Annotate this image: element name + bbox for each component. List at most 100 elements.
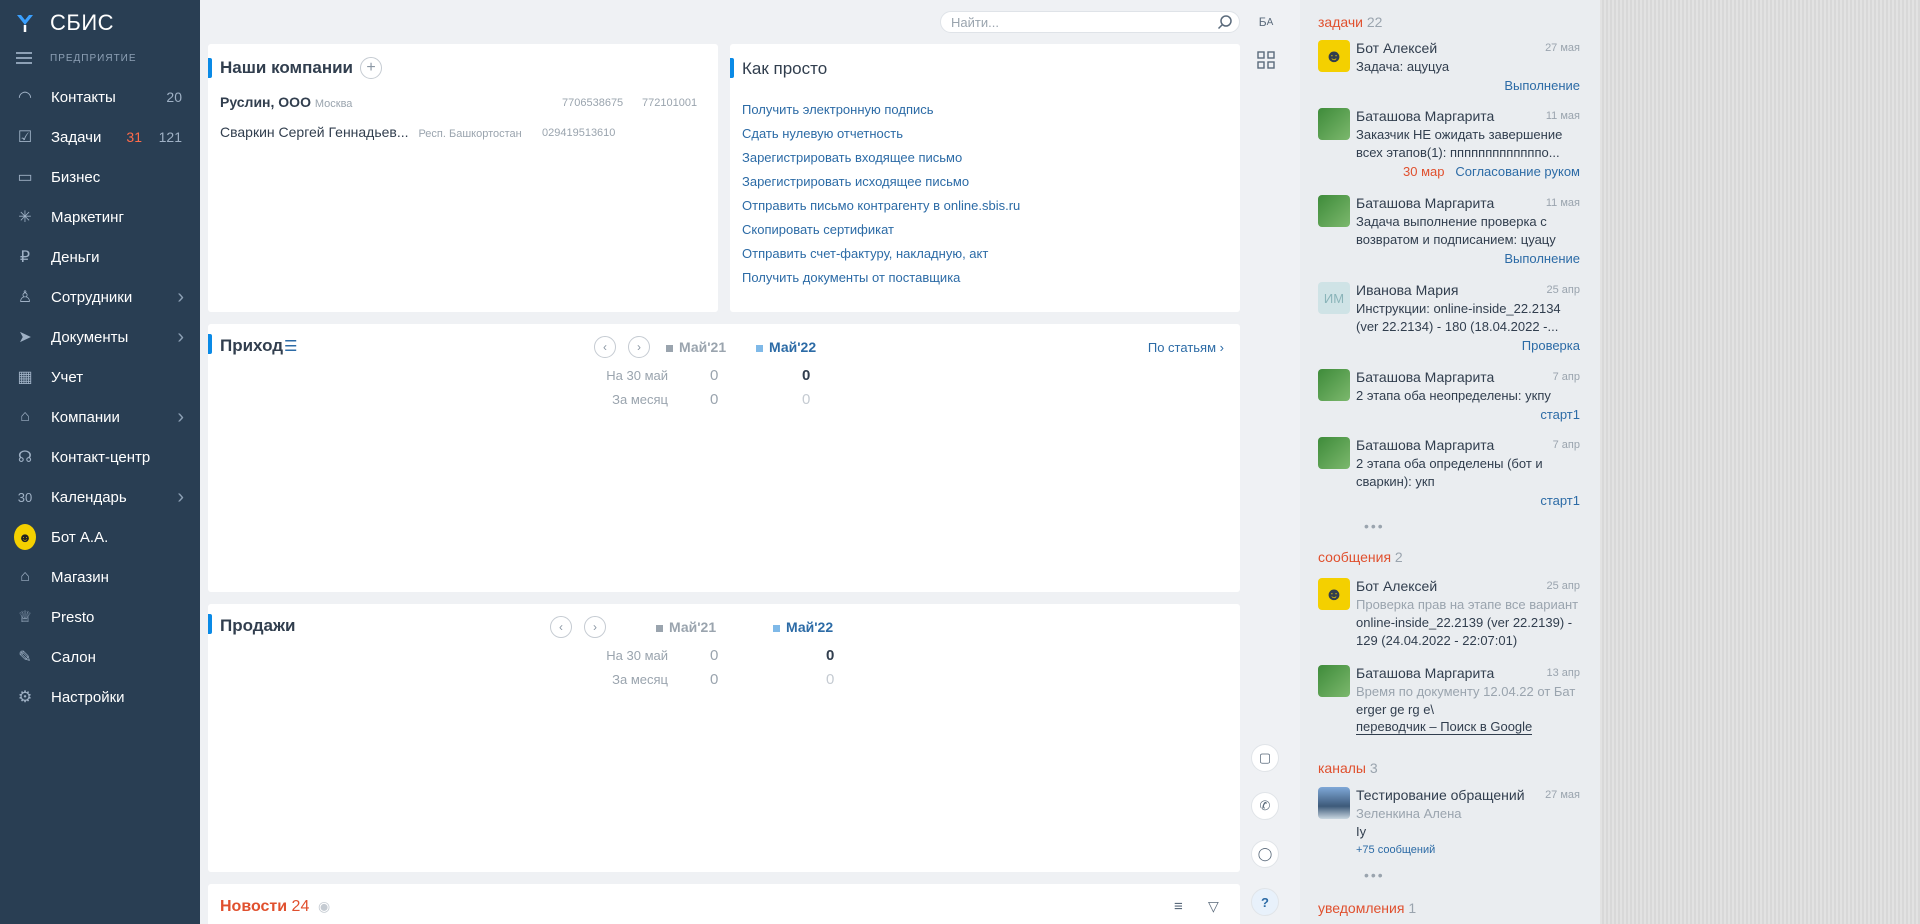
search-input[interactable]: Найти...	[940, 11, 1240, 33]
help-icon[interactable]: ?	[1251, 888, 1279, 916]
list-icon[interactable]: ☰	[284, 337, 297, 355]
task-item[interactable]: Баташова Маргарита 7 апр 2 этапа оба нео…	[1318, 369, 1580, 425]
note-icon[interactable]: ▢	[1251, 744, 1279, 772]
howto-link[interactable]: Отправить счет-фактуру, накладную, акт	[742, 242, 1020, 266]
sidebar-item-companies[interactable]: ⌂ Компании ›	[0, 397, 200, 437]
task-item[interactable]: Баташова Маргарита 11 мая Заказчик НЕ ож…	[1318, 108, 1580, 184]
desktop-background	[1600, 0, 1920, 924]
period-b-value: 0	[802, 391, 811, 408]
calendar-icon: 30	[17, 489, 33, 505]
sidebar-item-employees[interactable]: ♙ Сотрудники ›	[0, 277, 200, 317]
more-messages-link[interactable]: +75 сообщений	[1356, 844, 1435, 856]
chevron-right-icon[interactable]: ›	[177, 326, 184, 349]
chevron-right-icon[interactable]: ›	[177, 486, 184, 509]
nav: ◠ Контакты 20 ☑ Задачи 31 121 ▭ Бизнес ✳ Маркет…	[0, 77, 200, 717]
sidebar-item-salon[interactable]: ✎ Салон	[0, 637, 200, 677]
chevron-right-icon[interactable]: ›	[177, 286, 184, 309]
documents-icon: ➤	[18, 329, 32, 346]
by-items-label: По статьям	[1147, 340, 1217, 355]
sidebar-item-presto[interactable]: ♕ Presto	[0, 597, 200, 637]
howto-link[interactable]: Получить электронную подпись	[742, 98, 1020, 122]
sidebar-item-bot[interactable]: ☻ Бот А.А.	[0, 517, 200, 557]
author: Баташова Маргарита	[1356, 665, 1495, 681]
sidebar-item-contacts[interactable]: ◠ Контакты 20	[0, 77, 200, 117]
channels-section-header[interactable]: каналы 3	[1318, 760, 1378, 776]
search-icon[interactable]	[1217, 14, 1233, 30]
task-text: Задача: ацуцуа	[1356, 59, 1450, 74]
howto-link[interactable]: Сдать нулевую отчетность	[742, 122, 1020, 146]
sidebar-item-accounting[interactable]: ▦ Учет	[0, 357, 200, 397]
tasks-section-header[interactable]: задачи 22	[1318, 14, 1382, 30]
message-item[interactable]: ☻ Бот Алексей 25 апр Проверка прав на эт…	[1318, 578, 1580, 654]
sidebar-item-documents[interactable]: ➤ Документы ›	[0, 317, 200, 357]
more-dots-icon[interactable]: •••	[1364, 518, 1385, 534]
task-status[interactable]: Выполнение	[1504, 251, 1580, 266]
message-item[interactable]: Баташова Маргарита 13 апр Время по докум…	[1318, 665, 1580, 741]
add-company-button[interactable]: +	[360, 57, 382, 79]
task-status[interactable]: старт1	[1540, 493, 1580, 508]
chat-icon[interactable]: ◯	[1251, 840, 1279, 868]
menu-toggle[interactable]: ПРЕДПРИЯТИЕ	[16, 52, 137, 64]
logo[interactable]: СБИС	[14, 10, 114, 36]
sidebar-item-label: Контакт-центр	[51, 448, 151, 466]
messages-section-header[interactable]: сообщения 2	[1318, 549, 1403, 565]
howto-links: Получить электронную подпись Сдать нулев…	[742, 98, 1020, 290]
sidebar-item-settings[interactable]: ⚙ Настройки	[0, 677, 200, 717]
sidebar-item-money[interactable]: ₽ Деньги	[0, 237, 200, 277]
sidebar-item-marketing[interactable]: ✳ Маркетинг	[0, 197, 200, 237]
sidebar-item-calendar[interactable]: 30 Календарь ›	[0, 477, 200, 517]
prev-period-button[interactable]: ‹	[550, 616, 572, 638]
sidebar-item-business[interactable]: ▭ Бизнес	[0, 157, 200, 197]
date: 13 апр	[1546, 667, 1580, 679]
howto-link[interactable]: Отправить письмо контрагенту в online.sb…	[742, 194, 1020, 218]
news-tab[interactable]: Новости 24	[220, 898, 309, 916]
sidebar-item-contact-center[interactable]: ☊ Контакт-центр	[0, 437, 200, 477]
task-item[interactable]: ИМ Иванова Мария 25 апр Инструкции: onli…	[1318, 282, 1580, 358]
period-b-label: Май'22	[786, 619, 834, 635]
author: Бот Алексей	[1356, 578, 1438, 594]
bot-avatar: ☻	[14, 524, 36, 550]
channel-item[interactable]: Тестирование обращений 27 мая Зеленкина …	[1318, 787, 1580, 863]
task-item[interactable]: Баташова Маргарита 7 апр 2 этапа оба опр…	[1318, 437, 1580, 513]
prev-period-button[interactable]: ‹	[594, 336, 616, 358]
tasks-icon: ☑	[17, 129, 33, 146]
panel-title: Наши компании	[220, 58, 353, 77]
by-items-link[interactable]: По статьям ›	[1148, 340, 1224, 355]
filter-icon[interactable]: ▽	[1208, 898, 1219, 915]
task-item[interactable]: ☻ Бот Алексей 27 мая Задача: ацуцуа Выпо…	[1318, 40, 1580, 96]
eye-icon[interactable]: ◉	[318, 898, 330, 915]
howto-link[interactable]: Получить документы от поставщика	[742, 266, 1020, 290]
legend-swatch	[756, 344, 763, 352]
task-text: Заказчик НЕ ожидать завершение всех этап…	[1356, 127, 1563, 160]
next-period-button[interactable]: ›	[584, 616, 606, 638]
gear-icon: ⚙	[17, 689, 33, 706]
contacts-icon: ◠	[18, 89, 32, 106]
more-dots-icon[interactable]: •••	[1364, 867, 1385, 883]
howto-link[interactable]: Зарегистрировать входящее письмо	[742, 146, 1020, 170]
task-item[interactable]: Баташова Маргарита 11 мая Задача выполне…	[1318, 195, 1580, 271]
sidebar-item-label: Маркетинг	[51, 208, 124, 226]
task-status[interactable]: Согласование руком	[1455, 164, 1580, 179]
company-region: Респ. Башкортостан	[418, 128, 522, 140]
company-row[interactable]: Руслин, ООО Москва 7706538675 772101001	[220, 94, 708, 114]
font-size-icon[interactable]: БA	[1252, 8, 1280, 36]
chevron-right-icon[interactable]: ›	[177, 406, 184, 429]
channel-avatar	[1318, 787, 1350, 819]
task-status[interactable]: Выполнение	[1504, 78, 1580, 93]
task-status[interactable]: Проверка	[1522, 338, 1580, 353]
grid-icon[interactable]	[1252, 46, 1280, 74]
message-link[interactable]: переводчик – Поиск в Google	[1356, 719, 1533, 735]
company-row[interactable]: Сваркин Сергей Геннадьев... Респ. Башкор…	[220, 124, 708, 144]
task-status[interactable]: старт1	[1540, 407, 1580, 422]
next-period-button[interactable]: ›	[628, 336, 650, 358]
sidebar-item-shop[interactable]: ⌂ Магазин	[0, 557, 200, 597]
howto-link[interactable]: Скопировать сертификат	[742, 218, 1020, 242]
author: Баташова Маргарита	[1356, 437, 1495, 453]
task-text: 2 этапа оба неопределены: укпу	[1356, 388, 1551, 403]
notifications-section-header[interactable]: уведомления 1	[1318, 900, 1416, 916]
phone-icon[interactable]: ✆	[1251, 792, 1279, 820]
howto-link[interactable]: Зарегистрировать исходящее письмо	[742, 170, 1020, 194]
period-a-legend: Май'21	[656, 619, 716, 635]
sidebar-item-tasks[interactable]: ☑ Задачи 31 121	[0, 117, 200, 157]
list-view-icon[interactable]: ≡	[1174, 898, 1183, 915]
